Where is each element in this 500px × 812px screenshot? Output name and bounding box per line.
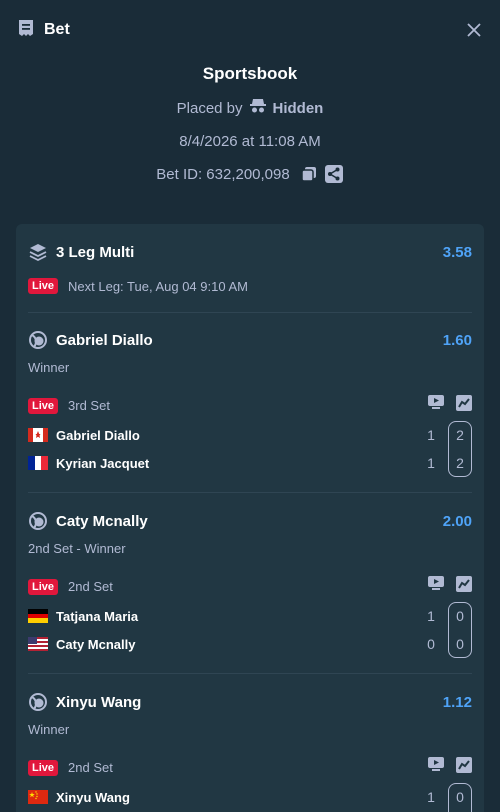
stats-button[interactable] bbox=[456, 576, 472, 597]
placed-by-label: Placed by bbox=[176, 99, 243, 117]
bet-summary: Sportsbook Placed by Hidden 8/4/2026 at … bbox=[0, 60, 500, 185]
germany-flag-icon bbox=[28, 609, 48, 623]
multi-title: 3 Leg Multi bbox=[56, 243, 135, 261]
player-name: Kyrian Jacquet bbox=[56, 455, 150, 471]
close-icon bbox=[467, 23, 481, 37]
player-name: Gabriel Diallo bbox=[56, 427, 140, 443]
leg-selection: Caty Mcnally bbox=[56, 512, 148, 530]
header-title: Bet bbox=[44, 21, 70, 38]
leg-market: 2nd Set - Winner bbox=[28, 541, 126, 556]
france-flag-icon bbox=[28, 456, 48, 470]
live-stream-icon bbox=[428, 576, 444, 590]
leg-header[interactable]: Caty Mcnally 2.00 bbox=[28, 511, 472, 531]
stats-icon bbox=[456, 395, 472, 411]
bet-card: 3 Leg Multi 3.58 Live Next Leg: Tue, Aug… bbox=[16, 224, 484, 812]
leg-live-row: Live 2nd Set bbox=[28, 757, 472, 778]
bet-id: Bet ID: 632,200,098 bbox=[156, 165, 290, 183]
leg-odds: 1.12 bbox=[442, 693, 472, 711]
live-stream-button[interactable] bbox=[428, 576, 444, 597]
player-sets: 1 bbox=[427, 608, 435, 624]
multi-header: 3 Leg Multi 3.58 bbox=[28, 242, 472, 262]
leg-selection: Gabriel Diallo bbox=[56, 331, 153, 349]
leg-period: 2nd Set bbox=[68, 760, 113, 775]
player-row: Xinyu Wang 1 0 bbox=[28, 787, 472, 807]
close-button[interactable] bbox=[464, 20, 484, 40]
header-title-group: Bet bbox=[16, 18, 70, 43]
live-badge: Live bbox=[28, 278, 59, 294]
game-score-box bbox=[448, 421, 472, 477]
stats-button[interactable] bbox=[456, 395, 472, 416]
usa-flag-icon bbox=[28, 637, 48, 651]
live-stream-button[interactable] bbox=[428, 757, 444, 778]
tennis-ball-icon bbox=[29, 693, 47, 711]
layers-icon bbox=[29, 244, 47, 262]
leg-market: Winner bbox=[28, 722, 70, 737]
divider bbox=[28, 312, 472, 313]
leg-market: Winner bbox=[28, 360, 70, 375]
placed-by-user: Hidden bbox=[272, 99, 324, 117]
player-row: Gabriel Diallo 1 2 bbox=[28, 425, 472, 445]
next-leg: Next Leg: Tue, Aug 04 9:10 AM bbox=[68, 278, 248, 294]
stats-button[interactable] bbox=[456, 757, 472, 778]
live-badge: Live bbox=[28, 759, 59, 776]
share-icon bbox=[324, 165, 343, 183]
player-sets: 1 bbox=[427, 427, 435, 443]
multi-odds: 3.58 bbox=[442, 243, 472, 261]
copy-icon bbox=[300, 167, 316, 182]
stats-icon bbox=[456, 757, 472, 773]
player-name: Xinyu Wang bbox=[56, 789, 130, 805]
incognito-icon bbox=[249, 98, 267, 118]
tennis-ball-icon bbox=[29, 331, 47, 349]
tennis-ball-icon bbox=[29, 512, 47, 530]
player-sets: 1 bbox=[427, 455, 435, 471]
placed-by: Placed by Hidden bbox=[0, 97, 500, 119]
multi-live-row: Live Next Leg: Tue, Aug 04 9:10 AM bbox=[28, 278, 472, 294]
canada-flag-icon bbox=[28, 428, 48, 442]
bet-datetime: 8/4/2026 at 11:08 AM bbox=[179, 132, 321, 150]
modal-header: Bet bbox=[0, 0, 500, 60]
leg-selection: Xinyu Wang bbox=[56, 693, 142, 711]
leg-odds: 2.00 bbox=[442, 512, 472, 530]
book-name: Sportsbook bbox=[202, 64, 298, 83]
live-stream-icon bbox=[428, 395, 444, 409]
game-score-box bbox=[448, 602, 472, 658]
live-stream-button[interactable] bbox=[428, 395, 444, 416]
stats-icon bbox=[456, 576, 472, 592]
share-button[interactable] bbox=[324, 164, 344, 184]
leg-period: 2nd Set bbox=[68, 579, 113, 594]
player-row: Caty Mcnally 0 0 bbox=[28, 634, 472, 654]
live-stream-icon bbox=[428, 757, 444, 771]
copy-button[interactable] bbox=[300, 165, 318, 183]
china-flag-icon bbox=[28, 790, 48, 804]
bet-id-row: Bet ID: 632,200,098 bbox=[0, 163, 500, 185]
leg-odds: 1.60 bbox=[442, 331, 472, 349]
player-row: Tatjana Maria 1 0 bbox=[28, 606, 472, 626]
player-name: Tatjana Maria bbox=[56, 608, 139, 624]
live-badge: Live bbox=[28, 578, 59, 595]
live-badge: Live bbox=[28, 397, 59, 414]
leg-header[interactable]: Gabriel Diallo 1.60 bbox=[28, 330, 472, 350]
player-row: Kyrian Jacquet 1 2 bbox=[28, 453, 472, 473]
player-sets: 0 bbox=[427, 636, 435, 652]
leg-header[interactable]: Xinyu Wang 1.12 bbox=[28, 692, 472, 712]
leg-live-row: Live 3rd Set bbox=[28, 395, 472, 416]
leg-live-row: Live 2nd Set bbox=[28, 576, 472, 597]
player-name: Caty Mcnally bbox=[56, 636, 136, 652]
bet-slip-icon bbox=[16, 18, 36, 43]
player-sets: 1 bbox=[427, 789, 435, 805]
divider bbox=[28, 492, 472, 493]
divider bbox=[28, 673, 472, 674]
leg-period: 3rd Set bbox=[68, 398, 110, 413]
game-score-box bbox=[448, 783, 472, 812]
